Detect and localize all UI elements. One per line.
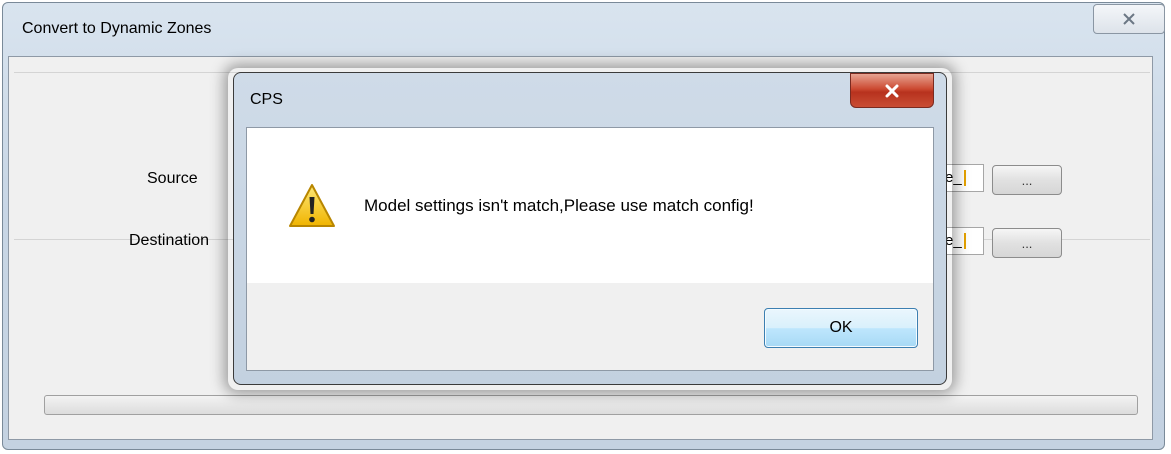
- source-browse-button[interactable]: ...: [992, 165, 1062, 195]
- message-box-close-button[interactable]: [850, 73, 934, 108]
- destination-label: Destination: [129, 232, 210, 249]
- warning-icon: [289, 184, 335, 227]
- close-icon: [885, 84, 899, 97]
- text-cursor: [963, 233, 966, 250]
- source-label: Source: [147, 170, 198, 187]
- window-title: Convert to Dynamic Zones: [22, 20, 212, 37]
- ok-button[interactable]: OK: [764, 308, 918, 348]
- message-box-title: CPS: [250, 91, 283, 108]
- destination-browse-button[interactable]: ...: [992, 228, 1062, 258]
- window-close-button[interactable]: [1093, 4, 1165, 34]
- close-icon: [1123, 13, 1135, 25]
- text-cursor: [963, 170, 966, 187]
- message-text: Model settings isn't match,Please use ma…: [364, 196, 754, 215]
- conversion-progress-bar: [44, 395, 1138, 415]
